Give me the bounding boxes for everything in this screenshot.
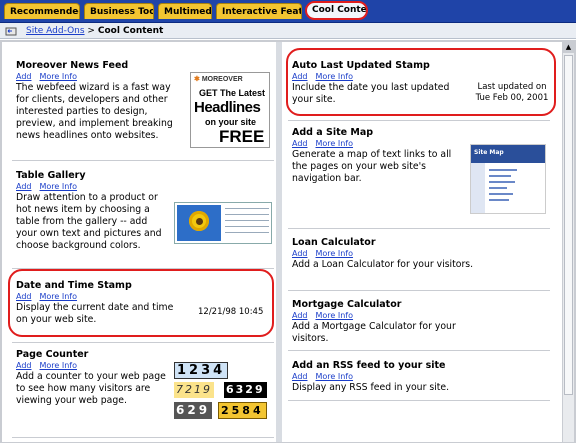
site-map-thumb-title: Site Map (474, 149, 504, 156)
last-updated-line1: Last updated on (477, 82, 547, 92)
counter-sample-2: 7219 (174, 382, 214, 398)
item-title: Mortgage Calculator (292, 299, 402, 310)
item-title: Moreover News Feed (16, 60, 129, 71)
item-description: Generate a map of text links to all the … (292, 149, 452, 184)
item-description: Add a counter to your web page to see ho… (16, 371, 166, 406)
add-link[interactable]: Add (292, 139, 308, 148)
separator (288, 228, 550, 229)
more-info-link[interactable]: More Info (316, 139, 354, 148)
add-link[interactable]: Add (292, 72, 308, 81)
item-title: Add an RSS feed to your site (292, 360, 446, 371)
more-info-link[interactable]: More Info (316, 372, 354, 381)
item-table-gallery: Table Gallery Add More Info Draw attentio… (16, 170, 168, 252)
separator (12, 342, 274, 343)
counter-sample-1: 1234 (174, 362, 229, 379)
last-updated-sample: Last updated on Tue Feb 00, 2001 (474, 82, 550, 104)
item-title: Page Counter (16, 349, 89, 360)
banner-line4: FREE (219, 127, 265, 146)
add-link[interactable]: Add (16, 72, 32, 81)
content-frame: Moreover News Feed Add More Info The webf… (0, 40, 576, 443)
table-gallery-thumbnail (174, 202, 272, 244)
item-description: Include the date you last updated your s… (292, 82, 450, 105)
breadcrumb-link-site-add-ons[interactable]: Site Add-Ons (26, 26, 85, 36)
add-link[interactable]: Add (16, 182, 32, 191)
more-info-link[interactable]: More Info (316, 249, 354, 258)
item-page-counter: Page Counter Add More Info Add a counter … (16, 349, 174, 407)
separator (288, 120, 550, 121)
vertical-scrollbar[interactable]: ▲ (563, 42, 574, 442)
item-add-a-site-map: Add a Site Map Add More Info Generate a m… (292, 127, 466, 185)
moreover-banner-image: ✱ MOREOVER GET The Latest Headlines on y… (190, 72, 270, 148)
tab-business-tools[interactable]: Business Tools (84, 3, 154, 19)
separator (12, 160, 274, 161)
counter-sample-5: 2584 (218, 402, 267, 419)
add-link[interactable]: Add (16, 292, 32, 301)
banner-line1: GET The Latest (199, 88, 266, 98)
item-date-time-stamp: Date and Time Stamp Add More Info Display… (16, 280, 176, 326)
item-title: Auto Last Updated Stamp (292, 60, 430, 71)
more-info-link[interactable]: More Info (316, 311, 354, 320)
tab-bar: Recommended Business Tools Multimedia In… (0, 0, 576, 23)
add-link[interactable]: Add (292, 372, 308, 381)
add-link[interactable]: Add (292, 249, 308, 258)
item-description: Display any RSS feed in your site. (292, 382, 450, 393)
tab-interactive-features[interactable]: Interactive Features (216, 3, 302, 19)
separator (12, 437, 274, 438)
add-link[interactable]: Add (292, 311, 308, 320)
separator (288, 350, 550, 351)
counter-sample-4: 629 (174, 402, 213, 419)
banner-brand: ✱ MOREOVER (194, 76, 243, 83)
item-description: Add a Mortgage Calculator for your visit… (292, 321, 456, 344)
item-mortgage-calculator: Mortgage Calculator Add More Info Add a M… (292, 299, 492, 345)
more-info-link[interactable]: More Info (40, 292, 78, 301)
site-map-thumbnail: Site Map (470, 144, 546, 214)
item-title: Date and Time Stamp (16, 280, 132, 291)
more-info-link[interactable]: More Info (40, 72, 78, 81)
scroll-up-arrow-icon[interactable]: ▲ (563, 42, 574, 53)
datetime-sample: 12/21/98 10:45 (198, 307, 264, 317)
separator (12, 268, 274, 269)
more-info-link[interactable]: More Info (40, 361, 78, 370)
item-loan-calculator: Loan Calculator Add More Info Add a Loan … (292, 237, 492, 271)
back-folder-icon[interactable] (5, 26, 17, 36)
breadcrumb-separator: > (87, 26, 95, 36)
item-description: Display the current date and time on you… (16, 302, 174, 325)
more-info-link[interactable]: More Info (40, 182, 78, 191)
add-link[interactable]: Add (16, 361, 32, 370)
item-description: Draw attention to a product or hot news … (16, 192, 162, 251)
banner-line3: on your site (205, 117, 257, 127)
tab-multimedia[interactable]: Multimedia (158, 3, 212, 19)
right-column: Auto Last Updated Stamp Add More Info Inc… (282, 42, 562, 442)
last-updated-line2: Tue Feb 00, 2001 (475, 93, 549, 103)
counter-sample-3: 6329 (224, 382, 267, 398)
page-counter-samples: 1234 7219 6329 629 2584 (174, 360, 274, 422)
more-info-link[interactable]: More Info (316, 72, 354, 81)
item-rss-feed: Add an RSS feed to your site Add More Inf… (292, 360, 492, 394)
item-title: Table Gallery (16, 170, 86, 181)
item-title: Loan Calculator (292, 237, 376, 248)
separator (288, 290, 550, 291)
tab-recommended[interactable]: Recommended (4, 3, 80, 19)
scrollbar-thumb[interactable] (564, 55, 573, 395)
breadcrumb: Site Add-Ons > Cool Content (0, 23, 576, 39)
separator (288, 400, 550, 401)
item-title: Add a Site Map (292, 127, 374, 138)
item-auto-last-updated-stamp: Auto Last Updated Stamp Add More Info Inc… (292, 60, 462, 106)
left-column: Moreover News Feed Add More Info The webf… (2, 42, 276, 442)
item-description: The webfeed wizard is a fast way for cli… (16, 82, 173, 141)
tab-cool-content[interactable]: Cool Content (305, 1, 368, 20)
breadcrumb-current: Cool Content (97, 26, 164, 36)
item-description: Add a Loan Calculator for your visitors. (292, 259, 474, 270)
item-moreover-news-feed: Moreover News Feed Add More Info The webf… (16, 60, 184, 142)
banner-line2: Headlines (194, 99, 261, 116)
